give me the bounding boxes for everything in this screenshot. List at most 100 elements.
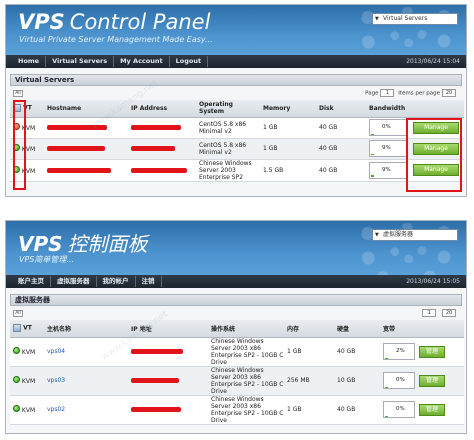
server-select[interactable]: ▼ Virtual Servers — [372, 13, 458, 25]
bandwidth-meter: 0% — [383, 401, 415, 418]
servers-table: VT Hostname IP Address Operating System … — [10, 100, 464, 182]
select-all-checkbox[interactable]: All — [13, 310, 23, 317]
column-header[interactable]: IP Address — [128, 100, 196, 118]
nav-my-account[interactable]: 我的帐户 — [97, 276, 136, 287]
highlight-box-manage — [406, 118, 462, 192]
column-header: VT — [10, 320, 44, 338]
bandwidth-meter: 0% — [383, 372, 415, 389]
memory-cell: 1 GB — [260, 138, 316, 160]
hostname-cell: vps02 — [44, 395, 128, 425]
manage-button[interactable]: 管理 — [419, 374, 445, 387]
server-select-value: 虚拟服务器 — [383, 231, 414, 238]
column-header — [410, 100, 464, 118]
redacted-hostname — [47, 125, 107, 130]
page-select[interactable]: 1 — [380, 89, 395, 97]
disk-cell: 40 GB — [316, 117, 366, 139]
nav-home[interactable]: 账户主页 — [12, 276, 51, 287]
column-header — [416, 320, 464, 338]
server-select[interactable]: ▼ 虚拟服务器 — [372, 229, 458, 241]
nav-my-account[interactable]: My Account — [114, 56, 170, 67]
column-header[interactable]: 宽带 — [380, 320, 416, 338]
server-icon — [13, 324, 21, 333]
app-logo: VPS Control Panel — [18, 10, 211, 34]
bandwidth-meter: 0% — [369, 119, 407, 136]
disk-cell: 40 GB — [334, 337, 380, 367]
table-row[interactable]: KVM Chinese Windows Server 2003 Enterpri… — [10, 159, 464, 182]
disk-cell: 40 GB — [316, 159, 366, 182]
header: VPS 控制面板 VPS简单管理... ▼ 虚拟服务器 — [6, 221, 466, 275]
nav-virtual-servers[interactable]: 虚拟服务器 — [51, 276, 97, 287]
redacted-ip — [131, 407, 181, 412]
manage-button[interactable]: 管理 — [419, 403, 445, 416]
column-header[interactable]: 操作系统 — [208, 320, 284, 338]
redacted-hostname — [47, 167, 111, 173]
items-per-page-label: Items per page — [398, 90, 440, 97]
items-per-page-select[interactable]: 20 — [442, 309, 456, 317]
pager: All Page 1 Items per page 20 — [10, 88, 462, 100]
column-header[interactable]: Operating System — [196, 100, 260, 118]
bandwidth-meter: 9% — [369, 161, 407, 179]
page-label: Page — [365, 90, 379, 97]
nav-bar: Home Virtual Servers My Account Logout 2… — [6, 55, 466, 68]
nav-logout[interactable]: 注销 — [136, 276, 162, 287]
table-row[interactable]: KVM vps02 Chinese Windows Server 2003 x8… — [10, 395, 464, 425]
memory-cell: 1 GB — [284, 395, 334, 425]
memory-cell: 1 GB — [260, 117, 316, 139]
hostname-cell: vps04 — [44, 337, 128, 367]
section-title: 虚拟服务器 — [10, 294, 462, 306]
nav-virtual-servers[interactable]: Virtual Servers — [46, 56, 115, 67]
column-header[interactable]: 主机名称 — [44, 320, 128, 338]
disk-cell: 40 GB — [316, 138, 366, 160]
select-all-checkbox[interactable]: All — [13, 90, 23, 97]
column-header[interactable]: Memory — [260, 100, 316, 118]
os-cell: CentOS 5.8 x86 Minimal v2 — [196, 138, 260, 160]
memory-cell: 1 GB — [284, 337, 334, 367]
redacted-ip — [131, 349, 183, 354]
server-select-value: Virtual Servers — [383, 15, 428, 22]
column-header[interactable]: Hostname — [44, 100, 128, 118]
redacted-hostname — [47, 146, 105, 151]
chevron-down-icon: ▼ — [375, 232, 379, 238]
date-display: 2013/06/24 15:04 — [406, 58, 460, 65]
nav-bar: 账户主页 虚拟服务器 我的帐户 注销 2013/06/24 15:05 — [6, 275, 466, 288]
redacted-ip — [131, 378, 179, 383]
nav-logout[interactable]: Logout — [170, 56, 209, 67]
pager: All 1 20 — [10, 308, 462, 320]
table-row[interactable]: KVM vps04 Chinese Windows Server 2003 x8… — [10, 337, 464, 367]
status-running-icon — [13, 405, 20, 412]
os-cell: Chinese Windows Server 2003 x86 Enterpri… — [208, 366, 284, 396]
english-control-panel: VPS Control Panel Virtual Private Server … — [5, 4, 467, 197]
manage-button[interactable]: 管理 — [419, 345, 445, 358]
bandwidth-meter: 2% — [383, 343, 415, 360]
bandwidth-meter: 9% — [369, 140, 407, 157]
nav-home[interactable]: Home — [12, 56, 47, 67]
column-header[interactable]: Disk — [316, 100, 366, 118]
items-per-page-select[interactable]: 20 — [442, 89, 456, 97]
servers-table: VT 主机名称 IP 地址 操作系统 内存 硬盘 宽带 KVM vps04 Ch… — [10, 320, 464, 425]
column-header[interactable]: 硬盘 — [334, 320, 380, 338]
memory-cell: 1.5 GB — [260, 159, 316, 182]
table-row[interactable]: KVM CentOS 5.8 x86 Minimal v2 1 GB 40 GB… — [10, 138, 464, 160]
hostname-cell: vps03 — [44, 366, 128, 396]
disk-cell: 10 GB — [334, 366, 380, 396]
os-cell: Chinese Windows Server 2003 x86 Enterpri… — [208, 337, 284, 367]
app-logo: VPS 控制面板 — [18, 232, 148, 256]
column-header[interactable]: 内存 — [284, 320, 334, 338]
os-cell: CentOS 5.8 x86 Minimal v2 — [196, 117, 260, 139]
column-header[interactable]: IP 地址 — [128, 320, 208, 338]
table-row[interactable]: KVM vps03 Chinese Windows Server 2003 x8… — [10, 366, 464, 396]
column-header[interactable]: Bandwidth — [366, 100, 410, 118]
tagline: Virtual Private Server Management Made E… — [19, 35, 213, 44]
chevron-down-icon: ▼ — [375, 16, 379, 22]
tagline: VPS简单管理... — [19, 255, 75, 264]
redacted-ip — [131, 146, 175, 151]
os-cell: Chinese Windows Server 2003 x86 Enterpri… — [208, 395, 284, 425]
header: VPS Control Panel Virtual Private Server … — [6, 5, 466, 55]
status-running-icon — [13, 347, 20, 354]
os-cell: Chinese Windows Server 2003 Enterprise S… — [196, 159, 260, 182]
memory-cell: 256 MB — [284, 366, 334, 396]
page-select[interactable]: 1 — [422, 309, 437, 317]
table-row[interactable]: KVM CentOS 5.8 x86 Minimal v2 1 GB 40 GB… — [10, 117, 464, 139]
status-running-icon — [13, 376, 20, 383]
section-title: Virtual Servers — [10, 74, 462, 86]
